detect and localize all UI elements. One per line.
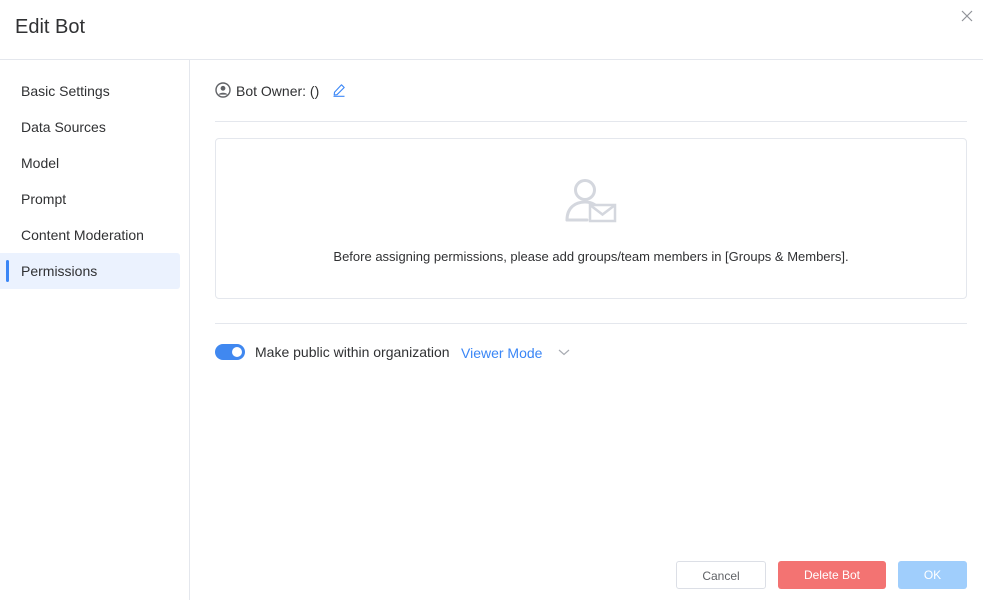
- dialog-header: Edit Bot: [0, 0, 983, 60]
- viewer-mode-label: Viewer Mode: [461, 345, 543, 361]
- cancel-button[interactable]: Cancel: [676, 561, 766, 589]
- toggle-knob: [232, 347, 242, 357]
- bot-owner-label: Bot Owner: (): [236, 83, 320, 99]
- public-toggle[interactable]: [215, 344, 245, 360]
- user-mail-icon: [565, 179, 617, 223]
- chevron-down-icon: [558, 349, 570, 356]
- user-circle-icon: [215, 82, 231, 98]
- divider: [215, 121, 967, 122]
- pencil-icon[interactable]: [332, 83, 346, 97]
- sidebar-item-model[interactable]: Model: [0, 145, 180, 181]
- ok-button[interactable]: OK: [898, 561, 967, 589]
- viewer-mode-select[interactable]: Viewer Mode: [461, 342, 571, 362]
- close-icon[interactable]: [959, 8, 975, 24]
- sidebar: Basic Settings Data Sources Model Prompt…: [0, 60, 190, 600]
- divider: [215, 323, 967, 324]
- empty-state-box: Before assigning permissions, please add…: [215, 138, 967, 299]
- sidebar-item-prompt[interactable]: Prompt: [0, 181, 180, 217]
- public-label: Make public within organization: [255, 344, 450, 360]
- sidebar-item-permissions[interactable]: Permissions: [0, 253, 180, 289]
- dialog-title: Edit Bot: [15, 16, 86, 38]
- delete-bot-button[interactable]: Delete Bot: [778, 561, 886, 589]
- sidebar-item-basic-settings[interactable]: Basic Settings: [0, 73, 180, 109]
- empty-state-message: Before assigning permissions, please add…: [333, 249, 849, 264]
- sidebar-item-data-sources[interactable]: Data Sources: [0, 109, 180, 145]
- sidebar-item-content-moderation[interactable]: Content Moderation: [0, 217, 180, 253]
